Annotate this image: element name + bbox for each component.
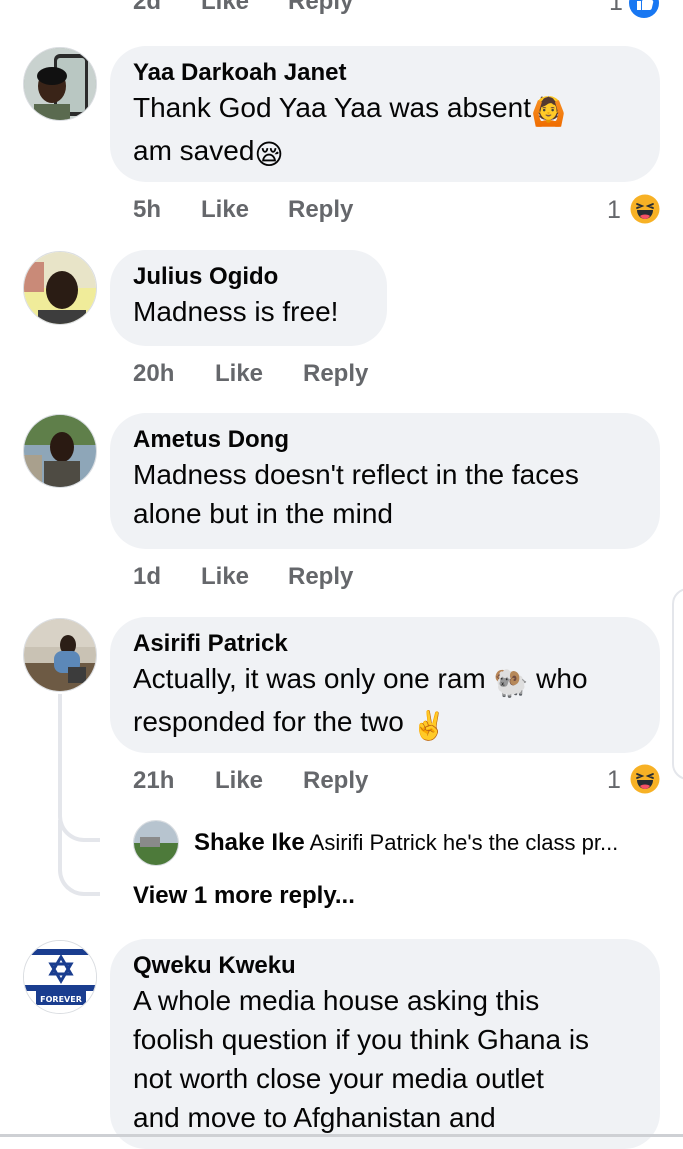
comment-text: Thank God Yaa Yaa was absent🙆 am saved😪: [133, 88, 636, 174]
comment-bubble: Qweku Kweku A whole media house asking t…: [110, 939, 660, 1149]
like-button[interactable]: Like: [201, 562, 249, 592]
reply-button[interactable]: Reply: [288, 0, 353, 17]
avatar-text: FOREVER: [40, 995, 82, 1004]
comment-text-line: who: [528, 663, 588, 694]
comment-text: Actually, it was only one ram 🐏 who resp…: [133, 659, 636, 745]
avatar[interactable]: [23, 414, 97, 488]
reply-text: Asirifi Patrick he's the class pr...: [309, 830, 619, 855]
comment-text-line: Thank God Yaa Yaa was absent: [133, 92, 531, 123]
comment-time: 20h: [133, 360, 175, 387]
reaction-count: 1: [609, 0, 623, 16]
comment-bubble: Asirifi Patrick Actually, it was only on…: [110, 617, 660, 753]
reply-button[interactable]: Reply: [288, 195, 353, 225]
comment-bubble: Yaa Darkoah Janet Thank God Yaa Yaa was …: [110, 46, 660, 182]
side-panel-edge: [672, 588, 683, 780]
like-button[interactable]: Like: [215, 766, 263, 796]
avatar[interactable]: [23, 47, 97, 121]
victory-hand-emoji: ✌️: [411, 710, 447, 741]
haha-emoji-icon[interactable]: [630, 764, 660, 794]
haha-emoji-icon[interactable]: [630, 194, 660, 224]
reply-button[interactable]: Reply: [303, 359, 368, 389]
comment-bubble: Julius Ogido Madness is free!: [110, 250, 387, 346]
like-reaction-icon: [629, 0, 659, 18]
comment-text-line: am saved: [133, 135, 255, 166]
comment-text-line: responded for the two: [133, 706, 412, 737]
comment-author[interactable]: Ametus Dong: [133, 425, 636, 455]
comment-text: A whole media house asking this foolish …: [133, 985, 590, 1133]
reply-thread-line: [58, 820, 100, 896]
reply-author[interactable]: Shake Ike: [194, 829, 305, 856]
ram-emoji: 🐏: [493, 667, 529, 698]
reaction-count: 1: [607, 766, 621, 794]
reply-preview[interactable]: Shake Ike Asirifi Patrick he's the class…: [194, 829, 618, 857]
like-button[interactable]: Like: [201, 0, 249, 17]
comment-author[interactable]: Qweku Kweku: [133, 951, 636, 981]
reply-avatar[interactable]: [133, 820, 179, 866]
like-button[interactable]: Like: [201, 195, 249, 225]
avatar[interactable]: FOREVER: [23, 940, 97, 1014]
comment-author[interactable]: Asirifi Patrick: [133, 629, 636, 659]
comment-time: 21h: [133, 767, 175, 794]
person-gesturing-ok-emoji: 🙆: [530, 96, 566, 127]
comment-time: 5h: [133, 196, 162, 223]
avatar[interactable]: [23, 251, 97, 325]
view-more-replies-link[interactable]: View 1 more reply...: [133, 881, 355, 911]
sleepy-face-emoji: 😪: [254, 139, 284, 170]
comment-text: Madness doesn't reflect in the faces alo…: [133, 459, 579, 529]
reply-button[interactable]: Reply: [288, 562, 353, 592]
comment-time: 1d: [133, 563, 162, 590]
reaction-count: 1: [607, 196, 621, 224]
comment-text-line: Actually, it was only one ram: [133, 663, 494, 694]
comment-time: 2d: [133, 0, 162, 15]
comment-text: Madness is free!: [133, 296, 339, 327]
comment-author[interactable]: Yaa Darkoah Janet: [133, 58, 636, 88]
reply-button[interactable]: Reply: [303, 766, 368, 796]
comment-author[interactable]: Julius Ogido: [133, 262, 363, 292]
comment-bubble: Ametus Dong Madness doesn't reflect in t…: [110, 413, 660, 549]
avatar[interactable]: [23, 618, 97, 692]
like-button[interactable]: Like: [215, 359, 263, 389]
